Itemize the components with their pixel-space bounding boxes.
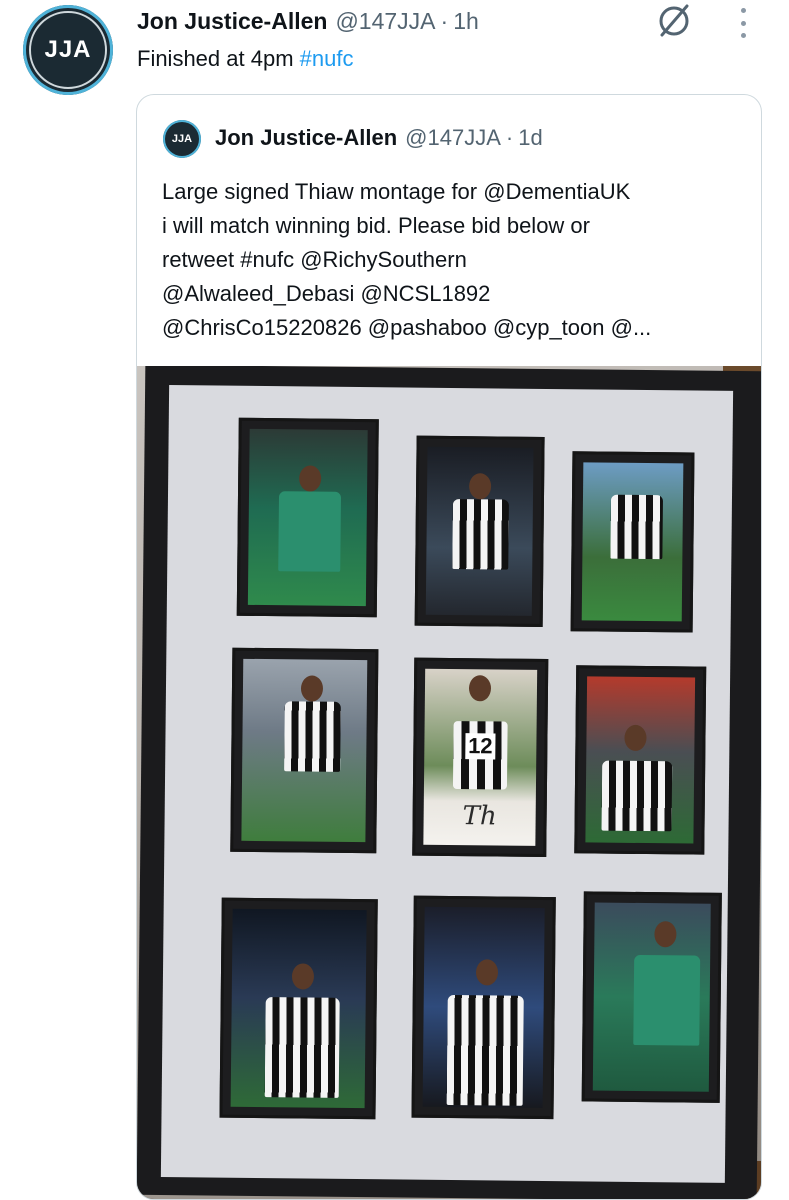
player-head [468,675,492,702]
more-dot [740,33,746,38]
quoted-text-line: i will match winning bid. Please bid bel… [162,213,590,238]
avatar[interactable]: JJA [23,5,113,95]
montage-photo [411,895,556,1120]
montage-photo [574,665,707,855]
jersey-number: 12 [465,733,496,760]
montage-photo [230,647,379,854]
montage-photo [219,897,378,1120]
held-jersey: 12 [452,721,508,790]
player-shirt [264,997,340,1098]
montage-photo [414,435,545,627]
tweet-text-plain: Finished at 4pm [137,46,300,71]
quoted-author-handle[interactable]: @147JJA [405,125,501,151]
player-shirt [284,701,341,772]
montage-photo [236,417,379,618]
player-head [468,473,492,500]
more-dot [740,8,746,13]
player-head [654,921,677,948]
grok-icon[interactable] [655,2,693,40]
more-dot [740,20,746,26]
quoted-text-line: @Alwaleed_Debasi @NCSL1892 [162,281,491,306]
avatar-initials: JJA [44,36,92,63]
quoted-author-name[interactable]: Jon Justice-Allen [215,125,397,151]
quoted-text-line: @ChrisCo15220826 @pashaboo @cyp_toon @..… [162,315,652,340]
quoted-avatar[interactable]: JJA [163,120,201,158]
quoted-text-line: retweet #nufc @RichySouthern [162,247,467,272]
montage-photo-signed: 12 Th [412,657,549,858]
quoted-text-line: Large signed Thiaw montage for @Dementia… [162,179,631,204]
separator-dot: · [440,8,449,34]
player-shirt [446,994,524,1106]
player-shirt [278,491,342,572]
quoted-header: Jon Justice-Allen @147JJA · 1d [215,125,543,151]
player-shirt [452,499,509,570]
quoted-time[interactable]: 1d [518,125,542,151]
separator-dot: · [505,125,514,150]
hashtag-link[interactable]: #nufc [300,46,354,71]
author-handle[interactable]: @147JJA [335,8,435,35]
player-shirt [601,760,673,832]
autograph: Th [462,801,497,832]
picture-frame: 12 Th [137,366,761,1199]
frame-mat: 12 Th [160,385,734,1183]
quoted-tweet[interactable]: JJA Jon Justice-Allen @147JJA · 1d Large… [136,94,762,1200]
tweet-header: Jon Justice-Allen @147JJA · 1h [137,8,479,36]
tweet-text: Finished at 4pm #nufc [137,46,353,72]
player-shirt [633,954,701,1046]
author-name[interactable]: Jon Justice-Allen [137,8,327,35]
tweet-time[interactable]: 1h [453,8,479,35]
attached-photo[interactable]: 12 Th [137,366,761,1199]
player-head [291,963,315,990]
quoted-text: Large signed Thiaw montage for @Dementia… [162,175,752,345]
montage-photo [581,891,722,1103]
player-shirt [610,494,664,560]
montage-photo [570,451,695,633]
more-vertical-icon[interactable] [737,8,749,38]
